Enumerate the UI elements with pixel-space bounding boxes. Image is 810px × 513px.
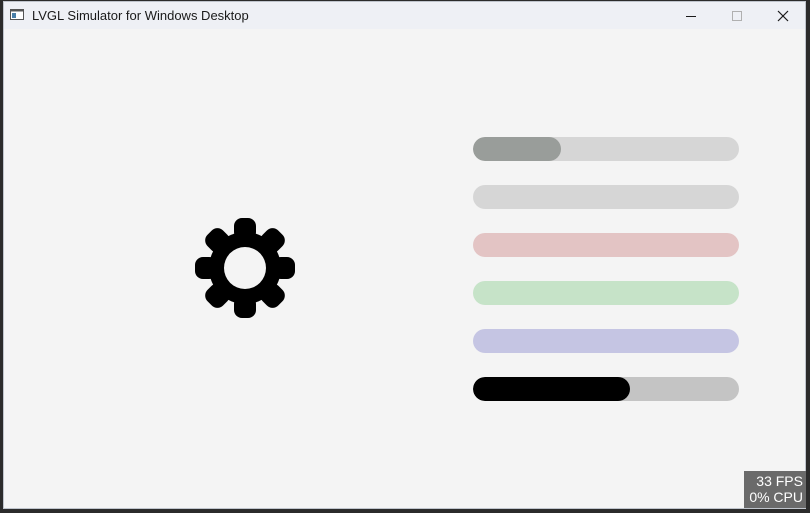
progress-bar-5 (473, 329, 739, 353)
gear-icon (195, 218, 295, 318)
cpu-readout: 0% CPU (749, 489, 803, 505)
progress-bar-4 (473, 281, 739, 305)
perf-monitor: 33 FPS 0% CPU (744, 471, 806, 508)
progress-bar-1-fill (473, 137, 561, 161)
progress-bar-6-fill (473, 377, 630, 401)
progress-bar-1 (473, 137, 739, 161)
title-bar[interactable]: LVGL Simulator for Windows Desktop (4, 2, 805, 29)
maximize-button[interactable] (714, 2, 760, 29)
close-button[interactable] (760, 2, 806, 29)
simulator-window: LVGL Simulator for Windows Desktop 33 FP… (3, 1, 806, 509)
maximize-icon (732, 10, 742, 21)
window-title: LVGL Simulator for Windows Desktop (32, 8, 249, 23)
minimize-icon (686, 15, 696, 17)
progress-bar-3 (473, 233, 739, 257)
fps-readout: 33 FPS (756, 473, 803, 489)
progress-bar-2 (473, 185, 739, 209)
app-window-icon (10, 9, 24, 20)
minimize-button[interactable] (668, 2, 714, 29)
close-icon (777, 10, 789, 21)
progress-bar-6 (473, 377, 739, 401)
lvgl-screen: 33 FPS 0% CPU (4, 29, 806, 508)
